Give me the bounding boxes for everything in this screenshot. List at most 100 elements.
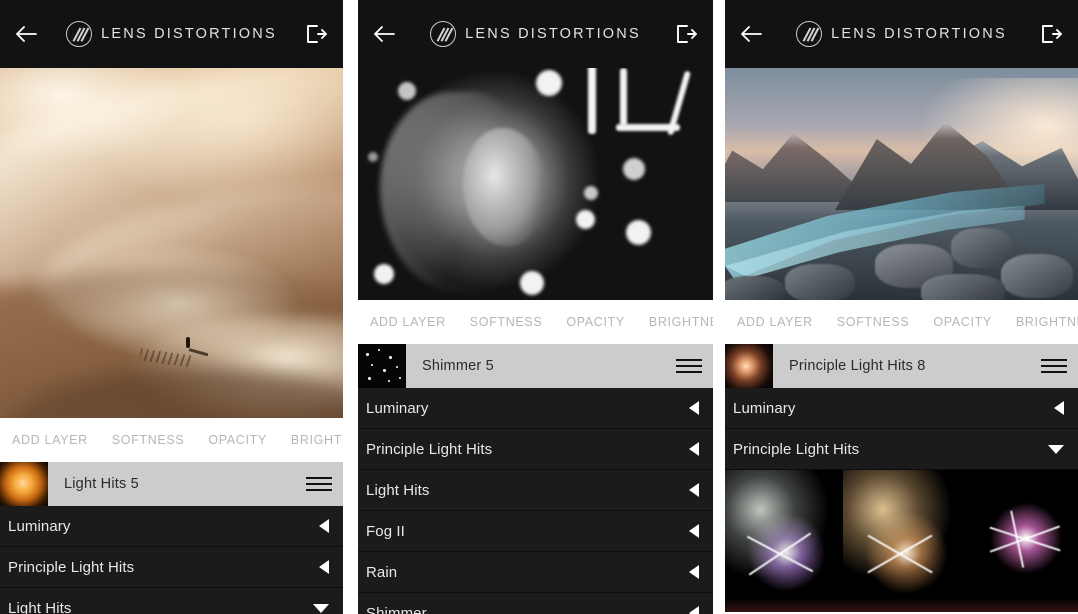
menu-item-principle-light-hits[interactable]: Principle Light Hits: [0, 547, 343, 588]
exit-export-icon[interactable]: [673, 21, 699, 47]
arrow-left-icon: [689, 524, 699, 538]
menu-item-shimmer[interactable]: Shimmer: [358, 593, 713, 614]
hamburger-menu-icon[interactable]: [671, 344, 713, 388]
menu-item-label: Shimmer: [366, 604, 427, 614]
control-strip: ADD LAYER SOFTNESS OPACITY BRIGHTNES: [725, 300, 1078, 344]
bokeh-light: [626, 220, 651, 245]
neon-tube: [588, 68, 596, 134]
menu-item-label: Fog II: [366, 522, 405, 540]
effects-menu: Luminary Principle Light Hits Light Hits: [0, 506, 343, 614]
control-opacity[interactable]: OPACITY: [554, 315, 637, 329]
brand-title: LENS DISTORTIONS: [465, 26, 641, 42]
arrow-down-icon: [1048, 444, 1064, 454]
photo-canvas-dunes[interactable]: [0, 68, 343, 418]
control-add-layer[interactable]: ADD LAYER: [6, 433, 100, 447]
layer-name-label: Shimmer 5: [422, 358, 494, 374]
menu-item-principle-light-hits[interactable]: Principle Light Hits: [358, 429, 713, 470]
preset-flare-magenta[interactable]: [960, 470, 1078, 612]
brand-lockup: LENS DISTORTIONS: [765, 21, 1038, 47]
arrow-left-icon: [689, 401, 699, 415]
control-add-layer[interactable]: ADD LAYER: [364, 315, 458, 329]
bokeh-light: [584, 186, 598, 200]
menu-item-label: Light Hits: [366, 481, 430, 499]
brand-lockup: LENS DISTORTIONS: [40, 21, 303, 47]
bokeh-light: [536, 70, 562, 96]
menu-item-label: Luminary: [8, 517, 71, 535]
back-arrow-icon[interactable]: [739, 21, 765, 47]
menu-item-label: Luminary: [366, 399, 429, 417]
menu-item-light-hits[interactable]: Light Hits: [0, 588, 343, 614]
menu-item-luminary[interactable]: Luminary: [0, 506, 343, 547]
layer-name-label: Light Hits 5: [64, 476, 139, 492]
control-brightness[interactable]: BRIGHTNES: [279, 433, 343, 447]
exit-export-icon[interactable]: [303, 21, 329, 47]
boulder: [785, 264, 855, 300]
bokeh-light: [623, 158, 645, 180]
panel-portrait: LENS DISTORTIONS ADD LAYER SOFTNESS OPAC…: [358, 0, 713, 614]
arrow-left-icon: [689, 606, 699, 614]
layer-bar[interactable]: Principle Light Hits 8: [725, 344, 1078, 388]
lens-distortions-logo-icon: [430, 21, 457, 47]
layer-thumbnail[interactable]: [725, 344, 773, 388]
panel-dunes: LENS DISTORTIONS ADD LAYER SOFTNESS OPAC…: [0, 0, 343, 614]
back-arrow-icon[interactable]: [372, 21, 398, 47]
bokeh-light: [576, 210, 595, 229]
photo-canvas-portrait[interactable]: [358, 68, 713, 300]
walker-figure: [186, 337, 190, 348]
photo-canvas-glacier[interactable]: [725, 68, 1078, 300]
app-bar: LENS DISTORTIONS: [725, 0, 1078, 68]
arrow-left-icon: [689, 483, 699, 497]
boulder: [951, 228, 1013, 268]
screenshot-triptych: LENS DISTORTIONS ADD LAYER SOFTNESS OPAC…: [0, 0, 1078, 614]
arrow-left-icon: [319, 560, 329, 574]
control-softness[interactable]: SOFTNESS: [458, 315, 555, 329]
control-opacity[interactable]: OPACITY: [921, 315, 1004, 329]
layer-bar[interactable]: Light Hits 5: [0, 462, 343, 506]
hamburger-menu-icon[interactable]: [301, 462, 343, 506]
app-bar: LENS DISTORTIONS: [358, 0, 713, 68]
menu-item-label: Rain: [366, 563, 398, 581]
arrow-left-icon: [689, 442, 699, 456]
menu-item-label: Principle Light Hits: [733, 440, 860, 458]
control-add-layer[interactable]: ADD LAYER: [731, 315, 825, 329]
control-opacity[interactable]: OPACITY: [196, 433, 279, 447]
effects-menu: Luminary Principle Light Hits: [725, 388, 1078, 470]
menu-item-label: Principle Light Hits: [366, 440, 493, 458]
bokeh-light: [374, 264, 394, 284]
menu-item-principle-light-hits[interactable]: Principle Light Hits: [725, 429, 1078, 470]
menu-item-label: Light Hits: [8, 599, 72, 614]
hamburger-menu-icon[interactable]: [1036, 344, 1078, 388]
lens-distortions-logo-icon: [66, 21, 93, 47]
back-arrow-icon[interactable]: [14, 21, 40, 47]
arrow-left-icon: [1054, 401, 1064, 415]
arrow-left-icon: [319, 519, 329, 533]
layer-thumbnail[interactable]: [358, 344, 406, 388]
layer-bar[interactable]: Shimmer 5: [358, 344, 713, 388]
menu-item-luminary[interactable]: Luminary: [358, 388, 713, 429]
menu-item-label: Luminary: [733, 399, 796, 417]
preset-flare-amber[interactable]: [842, 470, 961, 612]
effects-menu: Luminary Principle Light Hits Light Hits…: [358, 388, 713, 614]
bokeh-light: [398, 82, 416, 100]
control-brightness[interactable]: BRIGHTNES: [1004, 315, 1078, 329]
menu-item-luminary[interactable]: Luminary: [725, 388, 1078, 429]
portrait-face: [463, 128, 545, 246]
layer-name-label: Principle Light Hits 8: [789, 358, 926, 374]
arrow-left-icon: [689, 565, 699, 579]
neon-tube: [620, 68, 627, 126]
control-strip: ADD LAYER SOFTNESS OPACITY BRIGHTNES: [0, 418, 343, 462]
menu-item-light-hits[interactable]: Light Hits: [358, 470, 713, 511]
exit-export-icon[interactable]: [1038, 21, 1064, 47]
boulder: [1001, 254, 1073, 298]
boulder: [725, 276, 785, 300]
panel-divider: [343, 0, 358, 614]
menu-item-rain[interactable]: Rain: [358, 552, 713, 593]
control-softness[interactable]: SOFTNESS: [100, 433, 197, 447]
layer-thumbnail[interactable]: [0, 462, 48, 506]
menu-item-fog-ii[interactable]: Fog II: [358, 511, 713, 552]
preset-flare-violet[interactable]: [725, 470, 843, 612]
control-brightness[interactable]: BRIGHTNES: [637, 315, 713, 329]
panel-glacier: LENS DISTORTIONS ADD LAYER SOFTNESS OPAC…: [725, 0, 1078, 614]
boulder: [921, 274, 1005, 300]
control-softness[interactable]: SOFTNESS: [825, 315, 922, 329]
